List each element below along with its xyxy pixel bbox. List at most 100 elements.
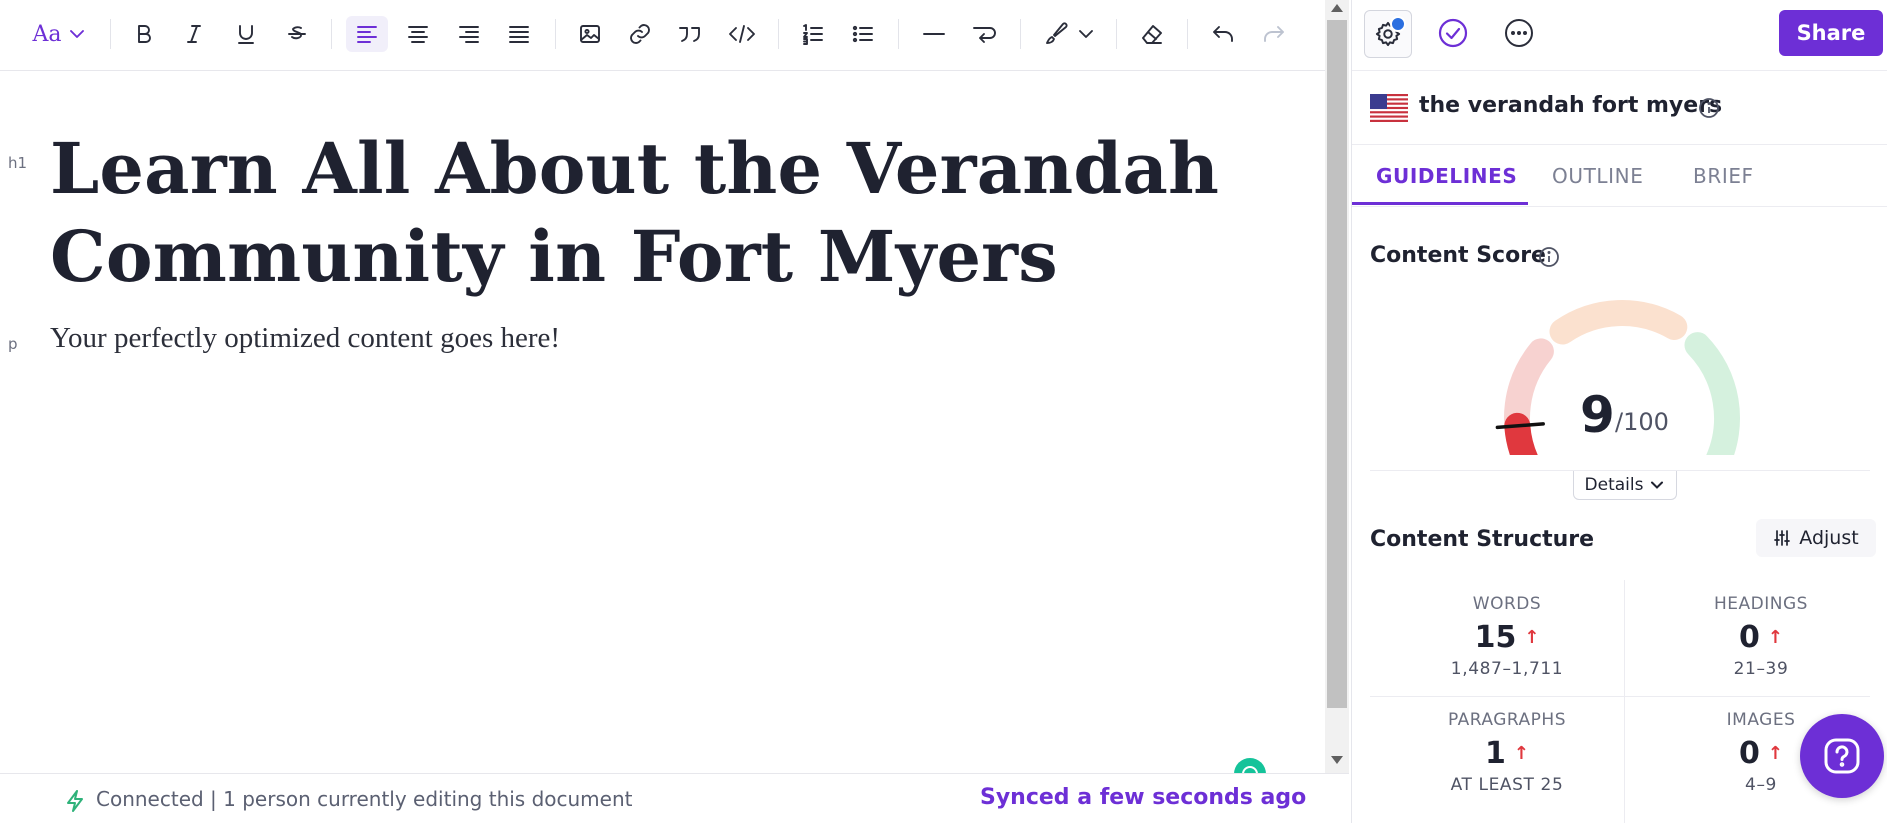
details-label: Details (1584, 475, 1644, 495)
scroll-down-arrow[interactable] (1331, 756, 1343, 764)
info-icon[interactable] (1538, 246, 1560, 268)
optimization-panel: Share the verandah fort myers GUIDELINES… (1351, 0, 1887, 823)
check-circle-icon (1438, 18, 1468, 48)
line-break-button[interactable] (967, 16, 1003, 52)
align-right-icon (459, 26, 479, 43)
gauge-segment-high (1684, 332, 1740, 455)
metric-range: AT LEAST 25 (1450, 775, 1564, 795)
toolbar-divider (1187, 19, 1188, 49)
score-value: 9 (1580, 386, 1615, 444)
content-score-title: Content Score (1370, 243, 1546, 268)
clear-format-button[interactable] (1134, 16, 1170, 52)
document-title[interactable]: Learn All About the Verandah Community i… (50, 125, 1250, 301)
metric-value: 0 (1739, 736, 1760, 771)
insert-link-button[interactable] (622, 16, 658, 52)
tab-outline[interactable]: OUTLINE (1552, 164, 1643, 188)
code-button[interactable] (724, 16, 760, 52)
chevron-down-icon (1651, 481, 1664, 489)
align-right-button[interactable] (451, 16, 487, 52)
info-icon[interactable] (1698, 97, 1720, 119)
justify-icon (509, 26, 529, 43)
bold-button[interactable] (126, 16, 162, 52)
details-button[interactable]: Details (1573, 471, 1677, 500)
strikethrough-button[interactable] (279, 16, 315, 52)
undo-button[interactable] (1205, 16, 1241, 52)
font-size-dropdown[interactable]: Aa (24, 16, 94, 52)
question-icon (1824, 738, 1860, 774)
score-max: /100 (1615, 408, 1669, 436)
formatting-toolbar: Aa (0, 0, 1325, 71)
metric-paragraphs: PARAGRAPHS 1 ↑ AT LEAST 25 (1392, 710, 1622, 795)
align-center-button[interactable] (400, 16, 436, 52)
metric-label: PARAGRAPHS (1448, 710, 1566, 730)
toolbar-divider (331, 19, 332, 49)
document-body[interactable]: h1 Learn All About the Verandah Communit… (0, 70, 1325, 773)
lightning-icon (66, 790, 84, 812)
scroll-up-arrow[interactable] (1331, 4, 1343, 12)
ordered-list-button[interactable] (795, 16, 831, 52)
tab-brief[interactable]: BRIEF (1693, 164, 1754, 188)
tab-guidelines[interactable]: GUIDELINES (1376, 164, 1517, 188)
redo-icon (1264, 26, 1284, 42)
toolbar-divider (1020, 19, 1021, 49)
target-keyword: the verandah fort myers (1419, 93, 1723, 118)
ordered-list-icon (803, 24, 823, 45)
adjust-button[interactable]: Adjust (1756, 519, 1876, 557)
insert-image-button[interactable] (572, 16, 608, 52)
document-paragraph[interactable]: Your perfectly optimized content goes he… (50, 322, 560, 355)
toolbar-divider (778, 19, 779, 49)
chevron-down-icon (1079, 30, 1093, 38)
connection-status: Connected | 1 person currently editing t… (96, 787, 633, 811)
metric-range: 1,487–1,711 (1450, 659, 1564, 679)
underline-button[interactable] (228, 16, 264, 52)
gauge-fill (1504, 412, 1538, 455)
panel-tabs: GUIDELINES OUTLINE BRIEF (1352, 144, 1887, 207)
status-bar: Connected | 1 person currently editing t… (0, 773, 1349, 824)
block-tag-p: p (8, 335, 18, 353)
scroll-thumb[interactable] (1327, 20, 1347, 708)
justify-button[interactable] (501, 16, 537, 52)
align-center-icon (408, 26, 428, 43)
check-button[interactable] (1430, 10, 1476, 56)
block-tag-h1: h1 (8, 154, 28, 172)
image-icon (580, 25, 600, 43)
more-options-button[interactable] (1496, 10, 1542, 56)
toolbar-divider (898, 19, 899, 49)
toolbar-divider (110, 19, 111, 49)
adjust-label: Adjust (1799, 527, 1859, 549)
eraser-icon (1142, 25, 1162, 44)
italic-icon (187, 25, 201, 43)
us-flag-icon (1370, 94, 1408, 122)
share-button[interactable]: Share (1779, 10, 1883, 56)
bold-icon (138, 25, 151, 43)
editor-scrollbar[interactable] (1325, 0, 1349, 773)
quote-button[interactable] (672, 16, 708, 52)
align-left-button[interactable] (346, 16, 388, 52)
metric-value: 15 (1474, 620, 1517, 655)
horizontal-rule-button[interactable] (916, 16, 952, 52)
line-break-icon (973, 27, 996, 43)
notification-dot (1390, 16, 1406, 32)
gauge-segment-mid (1549, 300, 1688, 345)
metric-value: 1 (1485, 736, 1506, 771)
metric-words: WORDS 15 ↑ 1,487–1,711 (1392, 594, 1622, 679)
more-horizontal-icon (1505, 19, 1533, 47)
active-tab-indicator (1352, 202, 1528, 205)
arrow-up-icon: ↑ (1513, 743, 1529, 764)
redo-button[interactable] (1256, 16, 1292, 52)
metric-headings: HEADINGS 0 ↑ 21–39 (1646, 594, 1876, 679)
editor-area: Aa h1 Learn All About the Verandah Commu… (0, 0, 1325, 823)
bullet-list-button[interactable] (845, 16, 881, 52)
metric-range: 21–39 (1733, 659, 1789, 679)
horizontal-rule-icon (923, 33, 945, 35)
settings-button[interactable] (1364, 10, 1412, 58)
metric-label: HEADINGS (1714, 594, 1808, 614)
panel-header: Share (1352, 0, 1887, 71)
chevron-down-icon (69, 30, 84, 38)
format-painter-button[interactable] (1036, 16, 1102, 52)
target-keyword-row: the verandah fort myers (1352, 70, 1887, 145)
toolbar-divider (555, 19, 556, 49)
italic-button[interactable] (176, 16, 212, 52)
help-button[interactable] (1800, 714, 1884, 798)
arrow-up-icon: ↑ (1767, 627, 1783, 648)
